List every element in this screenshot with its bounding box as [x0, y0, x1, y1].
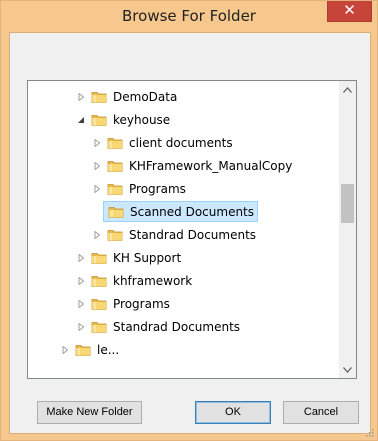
folder-icon	[107, 156, 125, 175]
ok-label: OK	[225, 406, 241, 418]
folder-item-content[interactable]: khframework	[87, 271, 195, 290]
folder-item-content[interactable]: Scanned Documents	[103, 201, 259, 222]
folder-tree-item[interactable]: Standrad Documents	[75, 317, 243, 336]
make-new-folder-label: Make New Folder	[46, 406, 133, 418]
folder-label: DemoData	[113, 89, 178, 104]
folder-item-content[interactable]: Standrad Documents	[87, 317, 243, 336]
folder-tree-item[interactable]: keyhouse	[75, 110, 173, 129]
folder-icon	[91, 294, 109, 313]
folder-tree-content: DemoData keyhouse client documents KHFramew…	[28, 81, 339, 378]
chevron-up-icon	[343, 86, 352, 93]
no-expander	[91, 202, 103, 221]
folder-icon	[91, 317, 109, 336]
folder-tree-item[interactable]: khframework	[75, 271, 195, 290]
folder-item-content[interactable]: KH Support	[87, 248, 184, 267]
folder-tree-item[interactable]: client documents	[91, 133, 236, 152]
close-icon: ✕	[343, 1, 356, 19]
expand-arrow-icon[interactable]	[75, 317, 87, 336]
folder-icon	[91, 110, 109, 129]
expand-arrow-icon[interactable]	[75, 294, 87, 313]
folder-item-content[interactable]: DemoData	[87, 87, 180, 106]
cancel-label: Cancel	[303, 406, 339, 418]
expand-arrow-icon[interactable]	[59, 340, 71, 359]
chevron-down-icon	[343, 366, 352, 373]
cancel-button[interactable]: Cancel	[283, 401, 359, 424]
dialog-title: Browse For Folder	[122, 7, 256, 25]
folder-label: Scanned Documents	[130, 204, 255, 219]
folder-label: Standrad Documents	[113, 319, 241, 334]
folder-tree-item[interactable]: Scanned Documents	[91, 201, 259, 222]
expand-arrow-icon[interactable]	[91, 179, 103, 198]
folder-label: Programs	[129, 181, 186, 196]
folder-tree-item[interactable]: le...	[59, 340, 122, 359]
scroll-down-button[interactable]	[339, 361, 356, 378]
folder-icon	[107, 179, 125, 198]
folder-label: client documents	[129, 135, 233, 150]
folder-item-content[interactable]: KHFramework_ManualCopy	[103, 156, 295, 175]
vertical-scrollbar[interactable]	[339, 81, 356, 378]
folder-icon	[107, 225, 125, 244]
expand-arrow-icon[interactable]	[91, 156, 103, 175]
folder-item-content[interactable]: Programs	[103, 179, 189, 198]
folder-label: le...	[97, 342, 120, 357]
folder-icon	[91, 271, 109, 290]
folder-tree-item[interactable]: KHFramework_ManualCopy	[91, 156, 295, 175]
expand-arrow-icon[interactable]	[75, 87, 87, 106]
folder-label: KHFramework_ManualCopy	[129, 158, 293, 173]
scroll-up-button[interactable]	[339, 81, 356, 98]
folder-tree-item[interactable]: KH Support	[75, 248, 184, 267]
resize-grip-icon[interactable]	[364, 427, 374, 437]
expand-arrow-icon[interactable]	[75, 248, 87, 267]
expand-arrow-icon[interactable]	[91, 133, 103, 152]
collapse-arrow-icon[interactable]	[75, 110, 87, 129]
expand-arrow-icon[interactable]	[91, 225, 103, 244]
browse-for-folder-dialog: Browse For Folder ✕ DemoData keyhouse clie…	[0, 0, 378, 441]
expand-arrow-icon[interactable]	[75, 271, 87, 290]
ok-button[interactable]: OK	[195, 401, 271, 424]
close-button[interactable]: ✕	[327, 1, 372, 22]
folder-tree-item[interactable]: DemoData	[75, 87, 180, 106]
folder-icon	[91, 248, 109, 267]
folder-label: Programs	[113, 296, 170, 311]
folder-icon	[75, 340, 93, 359]
folder-item-content[interactable]: keyhouse	[87, 110, 173, 129]
folder-label: khframework	[113, 273, 193, 288]
folder-icon	[107, 133, 125, 152]
folder-item-content[interactable]: Standrad Documents	[103, 225, 259, 244]
folder-item-content[interactable]: Programs	[87, 294, 173, 313]
folder-tree[interactable]: DemoData keyhouse client documents KHFramew…	[27, 80, 357, 379]
folder-label: KH Support	[113, 250, 182, 265]
folder-tree-item[interactable]: Programs	[75, 294, 173, 313]
scroll-thumb[interactable]	[341, 184, 354, 223]
folder-label: Standrad Documents	[129, 227, 257, 242]
folder-icon	[108, 202, 126, 221]
folder-tree-item[interactable]: Programs	[91, 179, 189, 198]
folder-tree-item[interactable]: Standrad Documents	[91, 225, 259, 244]
folder-label: keyhouse	[113, 112, 171, 127]
folder-item-content[interactable]: client documents	[103, 133, 236, 152]
title-bar[interactable]: Browse For Folder ✕	[1, 1, 377, 32]
make-new-folder-button[interactable]: Make New Folder	[37, 401, 142, 424]
folder-icon	[91, 87, 109, 106]
folder-item-content[interactable]: le...	[71, 340, 122, 359]
